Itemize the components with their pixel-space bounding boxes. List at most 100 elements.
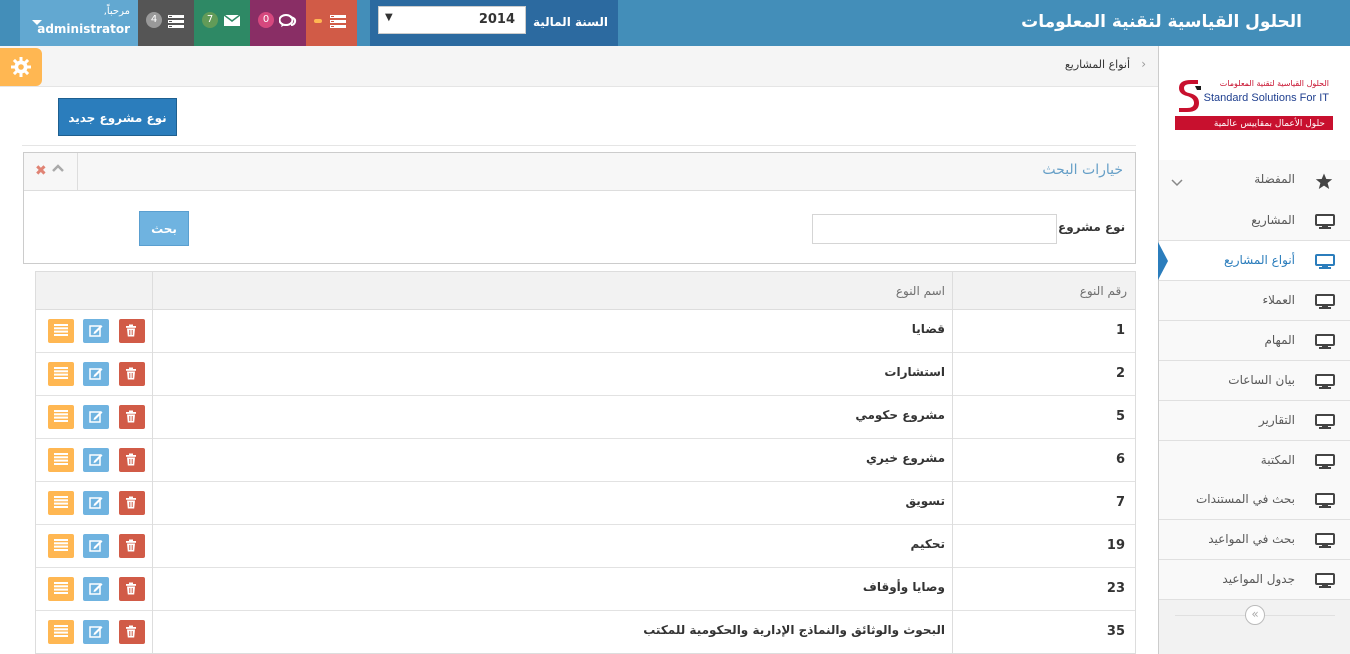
monitor-icon — [1315, 493, 1335, 508]
close-icon[interactable]: ✖ — [35, 163, 47, 179]
alerts-nav-button[interactable] — [306, 0, 357, 46]
fiscal-year-select[interactable]: 2014 ▼ — [378, 6, 526, 34]
company-logo: الحلول القياسية لتقنية المعلومات Standar… — [1175, 79, 1333, 130]
delete-button[interactable] — [119, 319, 145, 343]
project-type-label: نوع مشروع — [1058, 220, 1126, 234]
delete-button[interactable] — [119, 577, 145, 601]
alerts-minus-badge — [314, 19, 322, 23]
user-greeting: مرحباً, — [103, 6, 130, 17]
envelope-icon — [223, 14, 241, 28]
widget-title: خيارات البحث — [1042, 162, 1123, 178]
monitor-icon — [1315, 414, 1335, 429]
type-name-cell: تسويق — [905, 494, 945, 508]
type-number-cell: 1 — [1115, 323, 1125, 338]
details-button[interactable] — [48, 362, 74, 386]
details-button[interactable] — [48, 620, 74, 644]
edit-button[interactable] — [83, 491, 109, 515]
sidebar-item-label: المكتبة — [1260, 453, 1295, 467]
edit-button[interactable] — [83, 448, 109, 472]
active-item-pointer — [1158, 242, 1168, 280]
search-button[interactable]: بحث — [139, 211, 189, 246]
tasks-count-badge: 4 — [146, 12, 162, 28]
collapse-chevron-up-icon[interactable] — [52, 162, 64, 176]
sidebar-item-label: جدول المواعيد — [1222, 572, 1295, 586]
brand-title[interactable]: الحلول القياسية لتقنية المعلومات — [1021, 12, 1302, 32]
edit-button[interactable] — [83, 405, 109, 429]
chat-nav-button[interactable]: 0 — [250, 0, 306, 46]
search-options-widget: خيارات البحث ✖ — [23, 152, 1136, 264]
table-row: 19 تحكيم — [36, 525, 1135, 568]
chevron-down-icon[interactable] — [1171, 176, 1183, 190]
list-icon — [168, 14, 184, 28]
column-header-name[interactable]: اسم النوع — [896, 284, 945, 298]
type-number-cell: 35 — [1106, 624, 1125, 639]
sidebar-item-library[interactable]: المكتبة — [1159, 441, 1350, 481]
type-name-cell: قضايا — [911, 322, 945, 336]
type-name-cell: وصايا وأوقاف — [862, 580, 945, 594]
type-name-cell: تحكيم — [910, 537, 945, 551]
details-button[interactable] — [48, 448, 74, 472]
double-chevron-left-icon: « — [1251, 607, 1259, 621]
sidebar-item-timesheet[interactable]: بيان الساعات — [1159, 361, 1350, 401]
details-button[interactable] — [48, 319, 74, 343]
monitor-icon — [1315, 573, 1335, 588]
gear-icon — [11, 57, 31, 77]
sidebar-item-tasks[interactable]: المهام — [1159, 321, 1350, 361]
sidebar-item-label: المفضلة — [1254, 172, 1295, 186]
logo-tagline: حلول الأعمال بمقاييس عالمية — [1214, 117, 1325, 129]
sidebar-item-reports[interactable]: التقارير — [1159, 401, 1350, 441]
sidebar-item-search-appointments[interactable]: بحث في المواعيد — [1159, 520, 1350, 560]
delete-button[interactable] — [119, 448, 145, 472]
type-name-cell: مشروع حكومي — [855, 408, 945, 422]
tasks-nav-button[interactable]: 4 — [138, 0, 194, 46]
sidebar-collapse-button[interactable]: « — [1245, 605, 1265, 625]
details-button[interactable] — [48, 534, 74, 558]
tasks-icon — [330, 14, 346, 28]
project-type-input[interactable] — [812, 214, 1057, 244]
table-row: 5 مشروع حكومي — [36, 396, 1135, 439]
sidebar-item-label: المشاريع — [1251, 213, 1295, 227]
sidebar-item-clients[interactable]: العملاء — [1159, 281, 1350, 321]
monitor-icon — [1315, 334, 1335, 349]
settings-button[interactable] — [0, 48, 42, 86]
delete-button[interactable] — [119, 405, 145, 429]
widget-toolbar: ✖ — [24, 153, 78, 191]
table-row: 35 البحوث والوثائق والنماذج الإدارية والح… — [36, 611, 1135, 653]
dropdown-arrow-icon: ▼ — [385, 12, 393, 23]
details-button[interactable] — [48, 491, 74, 515]
monitor-icon — [1315, 374, 1335, 389]
table-row: 2 استشارات — [36, 353, 1135, 396]
logo-english-name: Standard Solutions For IT — [1204, 92, 1330, 104]
new-project-type-button[interactable]: نوع مشروع جديد — [58, 98, 177, 136]
sidebar-item-appointments-schedule[interactable]: جدول المواعيد — [1159, 560, 1350, 600]
edit-button[interactable] — [83, 319, 109, 343]
sidebar-item-label: بحث في المواعيد — [1208, 532, 1295, 546]
table-row: 6 مشروع خيري — [36, 439, 1135, 482]
user-menu[interactable]: مرحباً, administrator — [20, 0, 138, 46]
edit-button[interactable] — [83, 362, 109, 386]
sidebar-item-projects[interactable]: المشاريع — [1159, 201, 1350, 241]
delete-button[interactable] — [119, 362, 145, 386]
delete-button[interactable] — [119, 491, 145, 515]
monitor-icon — [1315, 454, 1335, 469]
table-row: 7 تسويق — [36, 482, 1135, 525]
details-button[interactable] — [48, 577, 74, 601]
sidebar-item-project-types[interactable]: أنواع المشاريع — [1159, 241, 1350, 281]
details-button[interactable] — [48, 405, 74, 429]
mail-nav-button[interactable]: 7 — [194, 0, 250, 46]
delete-button[interactable] — [119, 620, 145, 644]
edit-button[interactable] — [83, 534, 109, 558]
sidebar-item-search-documents[interactable]: بحث في المستندات — [1159, 480, 1350, 520]
edit-button[interactable] — [83, 620, 109, 644]
column-divider — [952, 272, 953, 653]
type-name-cell: البحوث والوثائق والنماذج الإدارية والحكو… — [643, 623, 945, 637]
breadcrumb-current: أنواع المشاريع — [1064, 58, 1130, 71]
table-row: 23 وصايا وأوقاف — [36, 568, 1135, 611]
column-header-number[interactable]: رقم النوع — [1080, 284, 1127, 298]
sidebar-item-favorites[interactable]: المفضلة — [1159, 160, 1350, 202]
delete-button[interactable] — [119, 534, 145, 558]
type-name-cell: مشروع خيري — [866, 451, 945, 465]
monitor-icon — [1315, 294, 1335, 309]
edit-button[interactable] — [83, 577, 109, 601]
divider — [22, 145, 1136, 146]
